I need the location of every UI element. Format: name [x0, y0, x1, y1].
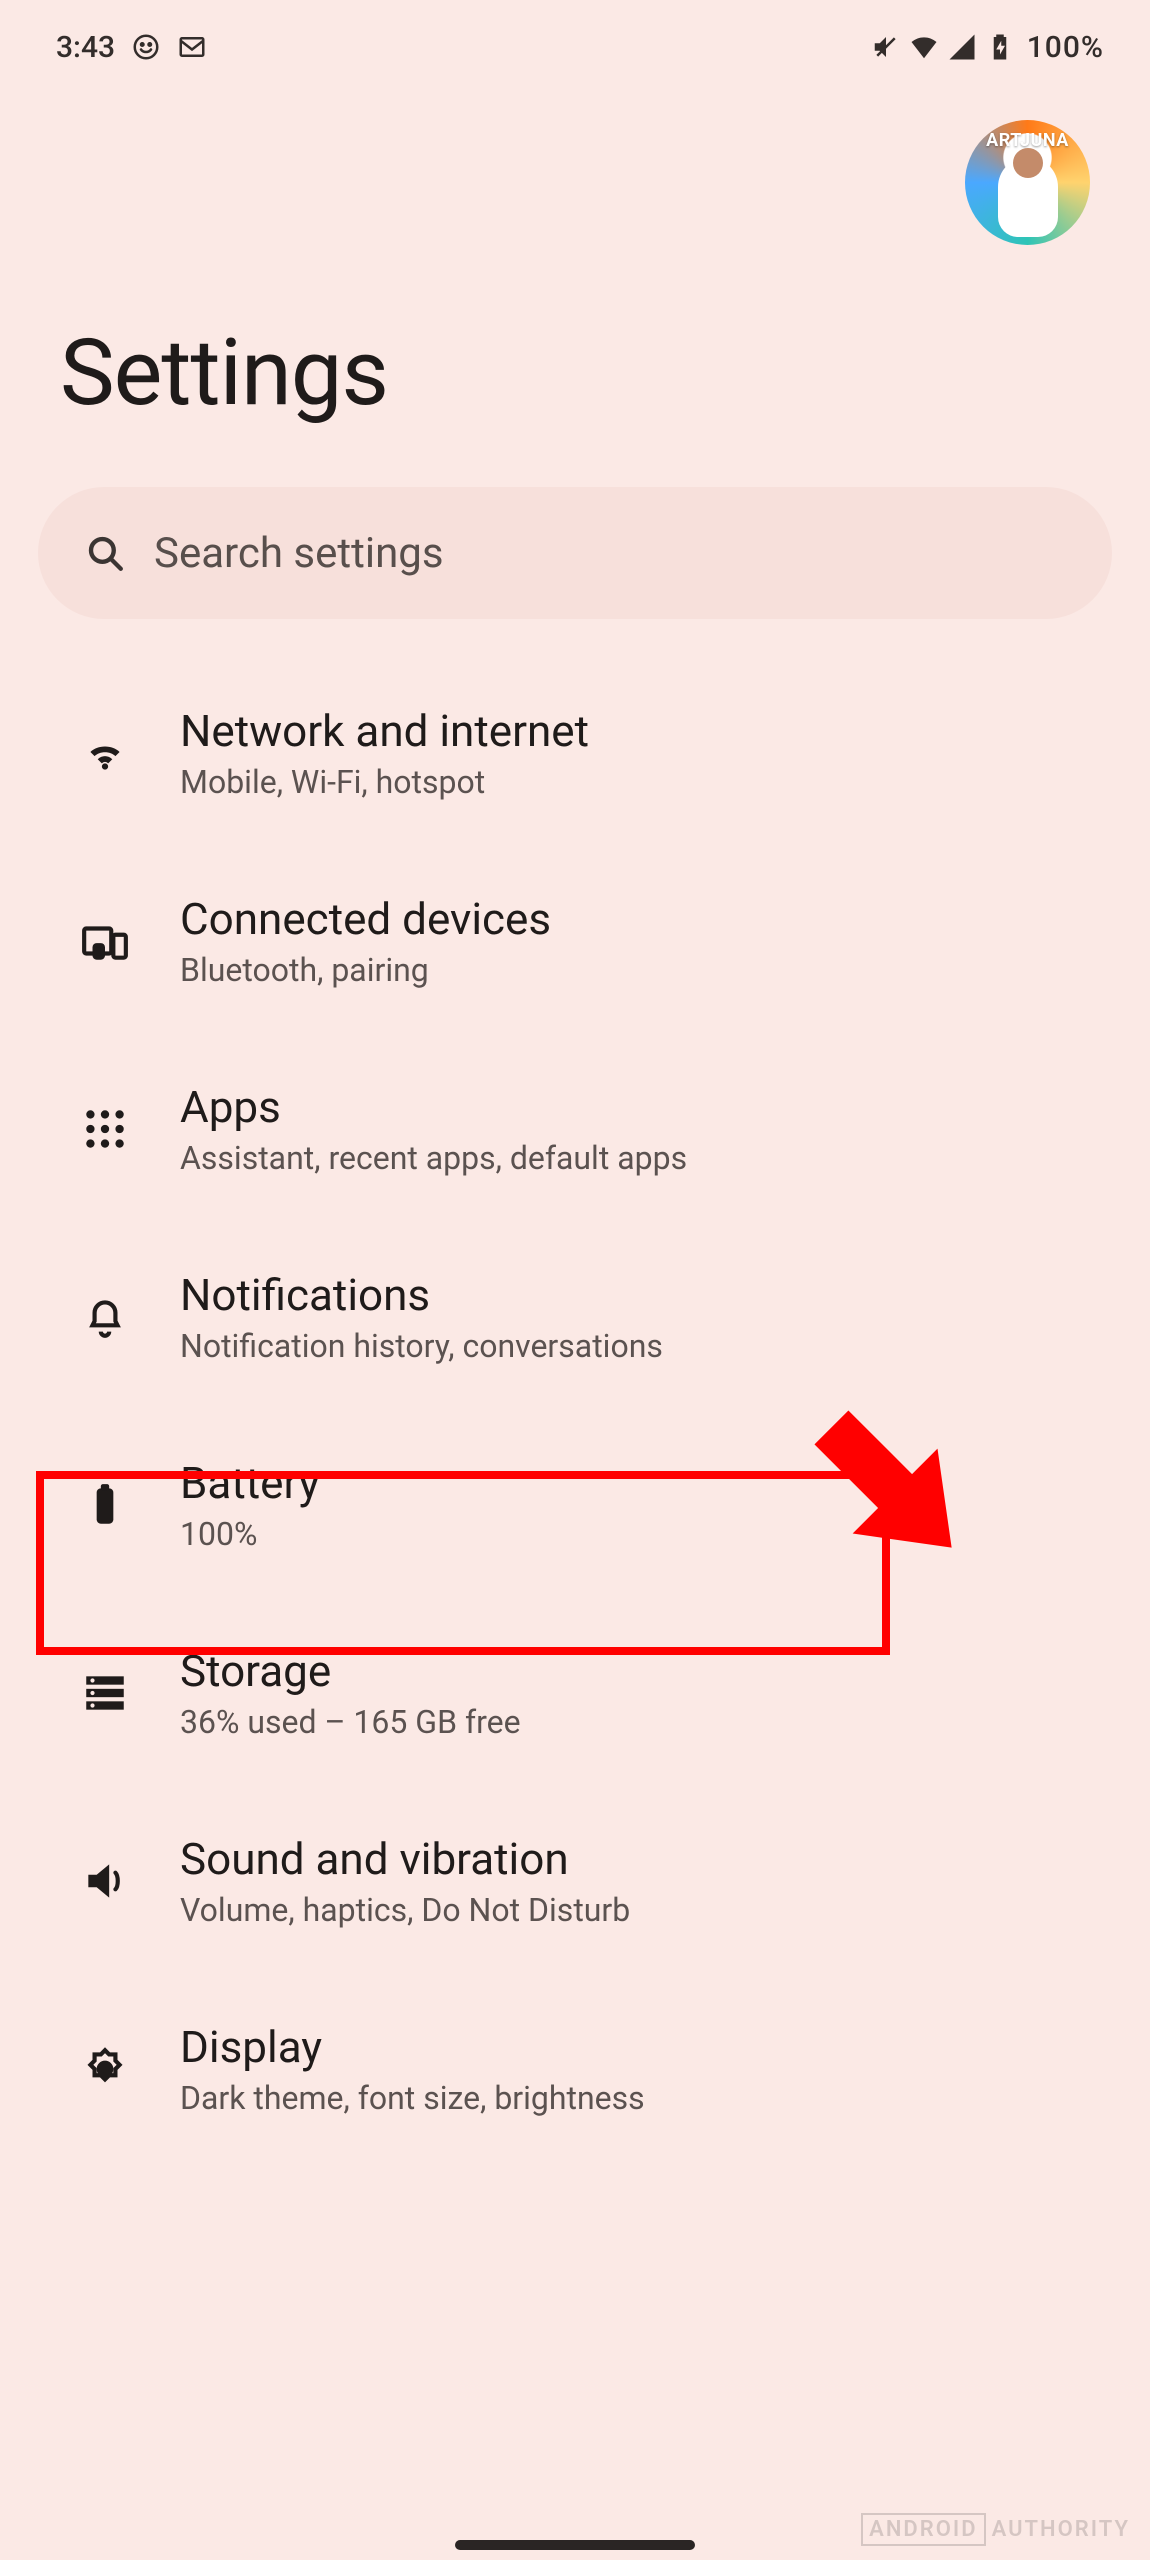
- item-sub: Notification history, conversations: [180, 1327, 663, 1365]
- status-bar: 3:43 100%: [0, 0, 1150, 80]
- status-right: 100%: [871, 30, 1104, 65]
- watermark-brand: ANDROID: [861, 2513, 985, 2546]
- item-sub: Dark theme, font size, brightness: [180, 2079, 645, 2117]
- battery-percent: 100%: [1027, 30, 1104, 65]
- storage-icon: [80, 1668, 130, 1718]
- item-sub: 36% used – 165 GB free: [180, 1703, 521, 1741]
- item-title: Display: [180, 2021, 645, 2073]
- status-left: 3:43: [56, 30, 207, 65]
- item-title: Network and internet: [180, 705, 589, 757]
- item-title: Sound and vibration: [180, 1833, 630, 1885]
- item-title: Notifications: [180, 1269, 663, 1321]
- battery-icon: [985, 32, 1015, 62]
- volume-icon: [80, 1856, 130, 1906]
- search-placeholder: Search settings: [154, 529, 444, 578]
- item-title: Connected devices: [180, 893, 551, 945]
- search-input[interactable]: Search settings: [38, 487, 1112, 619]
- apps-icon: [80, 1104, 130, 1154]
- item-storage[interactable]: Storage 36% used – 165 GB free: [0, 1599, 1150, 1787]
- item-title: Battery: [180, 1457, 320, 1509]
- item-title: Storage: [180, 1645, 521, 1697]
- face-icon: [131, 32, 161, 62]
- item-sub: Mobile, Wi-Fi, hotspot: [180, 763, 589, 801]
- gmail-icon: [177, 32, 207, 62]
- nav-handle[interactable]: [455, 2540, 695, 2550]
- item-sound[interactable]: Sound and vibration Volume, haptics, Do …: [0, 1787, 1150, 1975]
- search-wrap: Search settings: [0, 427, 1150, 619]
- watermark: ANDROIDAUTHORITY: [861, 2517, 1130, 2542]
- devices-icon: [80, 916, 130, 966]
- brightness-icon: [80, 2044, 130, 2094]
- item-sub: 100%: [180, 1515, 320, 1553]
- item-notifications[interactable]: Notifications Notification history, conv…: [0, 1223, 1150, 1411]
- item-battery[interactable]: Battery 100%: [0, 1411, 1150, 1599]
- watermark-site: AUTHORITY: [992, 2517, 1130, 2542]
- search-icon: [84, 532, 126, 574]
- item-sub: Bluetooth, pairing: [180, 951, 551, 989]
- battery-icon: [80, 1480, 130, 1530]
- bell-icon: [80, 1292, 130, 1342]
- item-devices[interactable]: Connected devices Bluetooth, pairing: [0, 847, 1150, 1035]
- signal-icon: [947, 32, 977, 62]
- status-time: 3:43: [56, 30, 115, 65]
- wifi-icon: [909, 32, 939, 62]
- item-network[interactable]: Network and internet Mobile, Wi-Fi, hots…: [0, 659, 1150, 847]
- item-apps[interactable]: Apps Assistant, recent apps, default app…: [0, 1035, 1150, 1223]
- item-display[interactable]: Display Dark theme, font size, brightnes…: [0, 1975, 1150, 2163]
- item-sub: Volume, haptics, Do Not Disturb: [180, 1891, 630, 1929]
- settings-list: Network and internet Mobile, Wi-Fi, hots…: [0, 619, 1150, 2163]
- mute-icon: [871, 32, 901, 62]
- header: ARTJUNA Settings: [0, 80, 1150, 427]
- profile-avatar[interactable]: ARTJUNA: [965, 120, 1090, 245]
- wifi-icon: [80, 728, 130, 778]
- item-sub: Assistant, recent apps, default apps: [180, 1139, 687, 1177]
- page-title: Settings: [60, 320, 1090, 427]
- item-title: Apps: [180, 1081, 687, 1133]
